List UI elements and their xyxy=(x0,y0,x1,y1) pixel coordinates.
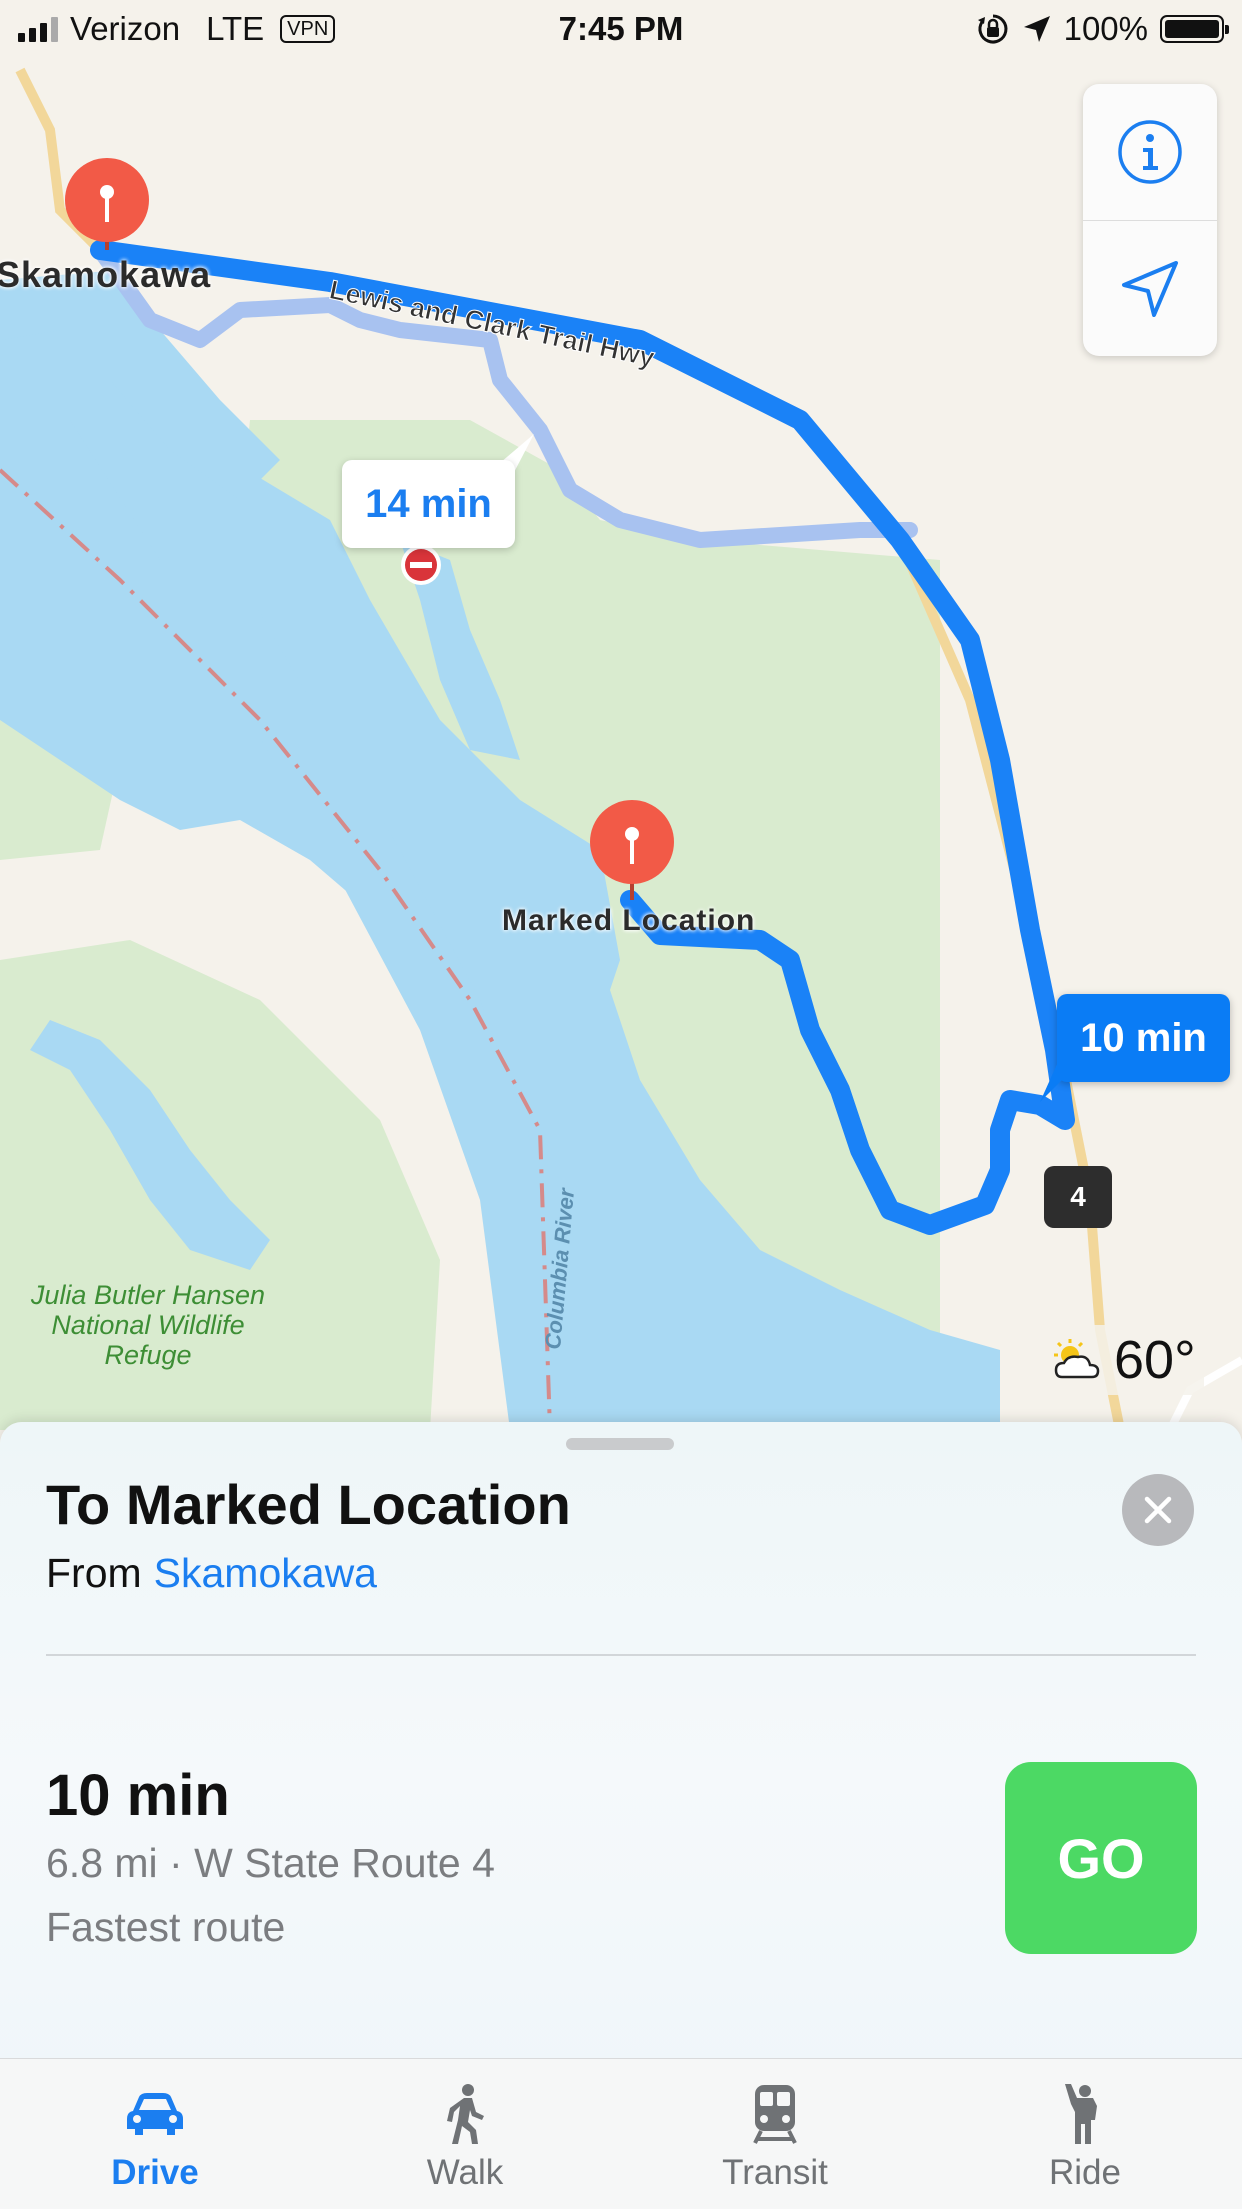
battery-percent: 100% xyxy=(1063,10,1148,47)
tab-walk[interactable]: Walk xyxy=(310,2059,620,2209)
close-button[interactable] xyxy=(1122,1474,1194,1546)
tab-transit[interactable]: Transit xyxy=(620,2059,930,2209)
route-shield-number: 4 xyxy=(1070,1181,1086,1212)
map-controls xyxy=(1083,84,1217,356)
transport-tab-bar: Drive Walk Transit Ride xyxy=(0,2058,1242,2209)
sheet-grabber[interactable] xyxy=(566,1438,674,1450)
go-button[interactable]: GO xyxy=(1005,1762,1197,1954)
weather-widget[interactable]: 60° xyxy=(1040,1325,1204,1395)
battery-icon xyxy=(1160,15,1229,43)
no-entry-icon xyxy=(401,545,441,585)
info-button[interactable] xyxy=(1083,84,1217,221)
info-icon xyxy=(1118,120,1182,184)
alt-route-time-callout[interactable]: 14 min xyxy=(342,460,515,548)
directions-title: To Marked Location xyxy=(46,1473,571,1536)
partly-cloudy-icon xyxy=(1054,1339,1100,1379)
from-prefix: From xyxy=(46,1550,142,1596)
weather-temp: 60° xyxy=(1114,1330,1196,1390)
orientation-lock-icon xyxy=(977,14,1008,44)
destination-label: Marked Location xyxy=(502,904,756,937)
origin-link[interactable]: Skamokawa xyxy=(154,1550,377,1596)
location-services-icon xyxy=(1023,16,1050,42)
close-icon xyxy=(1144,1496,1172,1524)
location-arrow-icon xyxy=(1122,261,1178,317)
tab-ride[interactable]: Ride xyxy=(930,2059,1240,2209)
route-time[interactable]: 10 min xyxy=(46,1762,230,1829)
car-icon xyxy=(127,2093,183,2135)
main-route-time-callout[interactable]: 10 min xyxy=(1057,994,1230,1082)
tab-walk-label: Walk xyxy=(426,2153,504,2192)
tab-transit-label: Transit xyxy=(722,2153,828,2192)
sheet-divider xyxy=(46,1654,1196,1656)
route-shield-icon: 4 xyxy=(1044,1166,1112,1228)
status-bar: Verizon LTE VPN 7:45 PM 100% xyxy=(0,0,1242,62)
from-line: From Skamokawa xyxy=(46,1550,377,1597)
refuge-label: Julia Butler Hansen National Wildlife Re… xyxy=(30,1280,266,1370)
tab-drive-label: Drive xyxy=(111,2153,199,2192)
ride-icon xyxy=(1065,2084,1097,2144)
location-button[interactable] xyxy=(1083,221,1217,356)
walk-icon xyxy=(447,2084,484,2144)
town-label: Skamokawa xyxy=(0,254,212,295)
route-description: Fastest route xyxy=(46,1904,286,1950)
main-callout-tail xyxy=(1040,1062,1080,1102)
tab-drive[interactable]: Drive xyxy=(0,2059,310,2209)
route-detail: 6.8 mi · W State Route 4 xyxy=(46,1840,495,1886)
tab-ride-label: Ride xyxy=(1049,2153,1121,2192)
train-icon xyxy=(753,2085,797,2144)
